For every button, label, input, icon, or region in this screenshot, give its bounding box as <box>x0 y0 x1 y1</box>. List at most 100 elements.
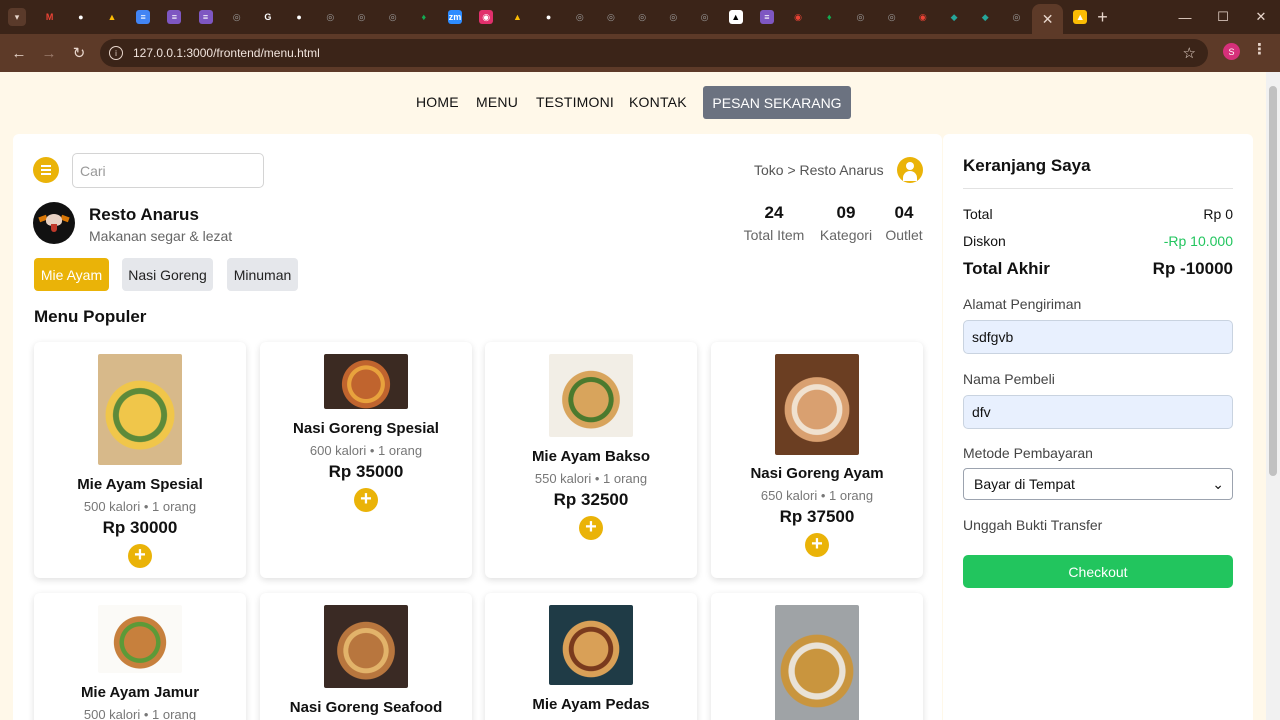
browser-tab[interactable]: M <box>34 3 65 31</box>
url-text[interactable]: 127.0.0.1:3000/frontend/menu.html <box>133 46 320 60</box>
menu-card[interactable]: Mie Ayam Pedas <box>485 593 697 720</box>
mongodb-icon: ♦ <box>421 12 427 22</box>
nav-testimoni[interactable]: TESTIMONI <box>536 94 614 110</box>
back-icon[interactable]: ← <box>4 38 34 68</box>
instagram-icon: ◉ <box>479 10 494 24</box>
web-icon: ◎ <box>638 11 647 22</box>
browser-tab[interactable]: ● <box>533 3 564 31</box>
drive-icon[interactable]: ▲ <box>1073 10 1088 24</box>
docs-icon: ≡ <box>136 10 151 24</box>
browser-tab[interactable]: ◎ <box>627 3 658 31</box>
reload-icon[interactable]: ↻ <box>64 38 94 68</box>
add-to-cart-icon[interactable]: + <box>128 544 152 568</box>
browser-tab[interactable]: ◎ <box>689 3 720 31</box>
nav-home[interactable]: HOME <box>416 94 459 110</box>
browser-tab[interactable]: ≡ <box>751 3 782 31</box>
tab-search-icon[interactable]: ▾ <box>8 8 26 26</box>
vercel-icon: ▲ <box>728 10 743 24</box>
menu-card[interactable]: Nasi Goreng Ayam 650 kalori • 1 orang Rp 3… <box>711 342 923 578</box>
forward-icon[interactable]: → <box>34 38 64 68</box>
browser-tab[interactable]: zm <box>439 3 470 31</box>
breadcrumb: Toko > Resto Anarus <box>754 162 884 178</box>
menu-card[interactable] <box>711 593 923 720</box>
browser-tab[interactable]: ● <box>65 3 96 31</box>
nav-kontak[interactable]: KONTAK <box>629 94 687 110</box>
checkout-button[interactable]: Checkout <box>963 555 1233 588</box>
menu-card[interactable]: Nasi Goreng Spesial 600 kalori • 1 orang R… <box>260 342 472 578</box>
page-scrollbar[interactable] <box>1266 72 1280 720</box>
menu-item-name: Mie Ayam Pedas <box>532 696 650 713</box>
menu-card[interactable]: Mie Ayam Jamur 500 kalori • 1 orang <box>34 593 246 720</box>
web-icon: ◎ <box>388 11 397 22</box>
menu-item-name: Mie Ayam Jamur <box>80 684 200 701</box>
browser-tab[interactable]: ◎ <box>564 3 595 31</box>
new-tab-button[interactable]: + <box>1097 7 1108 28</box>
top-navigation: HOME MENU TESTIMONI KONTAK PESAN SEKARAN… <box>0 72 1266 132</box>
browser-tab[interactable]: G <box>252 3 283 31</box>
profile-avatar[interactable]: S <box>1223 43 1240 60</box>
browser-tab[interactable]: ◎ <box>346 3 377 31</box>
cart-title: Keranjang Saya <box>963 156 1091 175</box>
browser-tab[interactable]: ◎ <box>1001 3 1032 31</box>
bookmark-star-icon[interactable]: ☆ <box>1183 44 1196 62</box>
window-controls: — ☐ ✕ <box>1166 0 1280 34</box>
google-icon: G <box>264 12 272 22</box>
browser-tab[interactable]: ◎ <box>876 3 907 31</box>
drive-icon: ▲ <box>512 12 522 22</box>
order-now-button[interactable]: PESAN SEKARANG <box>703 86 851 119</box>
browser-tab[interactable]: ≡ <box>128 3 159 31</box>
close-tab-icon[interactable]: ✕ <box>1042 11 1054 28</box>
active-tab[interactable]: ✕ <box>1032 4 1064 34</box>
food-image <box>775 354 859 455</box>
maximize-icon[interactable]: ☐ <box>1204 0 1242 34</box>
browser-tab[interactable]: ♦ <box>814 3 845 31</box>
minimize-icon[interactable]: — <box>1166 0 1204 34</box>
browser-tab[interactable]: ◎ <box>315 3 346 31</box>
stat-label: Outlet <box>885 227 923 243</box>
browser-tab[interactable]: ◎ <box>658 3 689 31</box>
address-input[interactable] <box>963 320 1233 354</box>
browser-tab[interactable]: ◉ <box>907 3 938 31</box>
browser-tab[interactable]: ● <box>284 3 315 31</box>
browser-tab[interactable]: ◎ <box>845 3 876 31</box>
user-icon[interactable] <box>897 157 923 183</box>
browser-toolbar: ← → ↻ i 127.0.0.1:3000/frontend/menu.htm… <box>0 34 1280 72</box>
category-chip-mie-ayam[interactable]: Mie Ayam <box>34 258 109 291</box>
category-chip-nasi-goreng[interactable]: Nasi Goreng <box>122 258 213 291</box>
store-tagline: Makanan segar & lezat <box>89 228 233 244</box>
cart-discount-row: Diskon -Rp 10.000 <box>963 233 1233 249</box>
nav-menu[interactable]: MENU <box>476 94 518 110</box>
payment-method-select[interactable]: Bayar di Tempat ⌄ <box>963 468 1233 500</box>
browser-tab[interactable]: ▲ <box>502 3 533 31</box>
web-icon: ◎ <box>700 11 709 22</box>
category-chip-minuman[interactable]: Minuman <box>227 258 298 291</box>
hamburger-menu-icon[interactable] <box>33 157 59 183</box>
browser-tab[interactable]: ◉ <box>783 3 814 31</box>
browser-tab[interactable]: ◆ <box>970 3 1001 31</box>
add-to-cart-icon[interactable]: + <box>354 488 378 512</box>
menu-card[interactable]: Mie Ayam Spesial 500 kalori • 1 orang Rp 3… <box>34 342 246 578</box>
browser-tab[interactable]: ≡ <box>159 3 190 31</box>
menu-card[interactable]: Nasi Goreng Seafood <box>260 593 472 720</box>
browser-tab[interactable]: ≡ <box>190 3 221 31</box>
browser-tab[interactable]: ◎ <box>377 3 408 31</box>
address-bar[interactable]: i 127.0.0.1:3000/frontend/menu.html ☆ <box>100 39 1208 67</box>
browser-tab[interactable]: ◎ <box>221 3 252 31</box>
menu-card[interactable]: Mie Ayam Bakso 550 kalori • 1 orang Rp 325… <box>485 342 697 578</box>
menu-item-meta: 650 kalori • 1 orang <box>760 488 874 503</box>
site-info-icon[interactable]: i <box>109 46 123 60</box>
forms-icon: ≡ <box>198 10 213 24</box>
browser-tab[interactable]: ▲ <box>720 3 751 31</box>
scrollbar-thumb[interactable] <box>1269 86 1277 476</box>
buyer-name-input[interactable] <box>963 395 1233 429</box>
search-input[interactable] <box>72 153 264 188</box>
add-to-cart-icon[interactable]: + <box>805 533 829 557</box>
close-window-icon[interactable]: ✕ <box>1242 0 1280 34</box>
browser-tab[interactable]: ◆ <box>938 3 969 31</box>
browser-tab[interactable]: ♦ <box>408 3 439 31</box>
browser-tab[interactable]: ◎ <box>595 3 626 31</box>
browser-tab[interactable]: ▲ <box>96 3 127 31</box>
browser-menu-icon[interactable]: ⋮ <box>1252 40 1267 58</box>
browser-tab[interactable]: ◉ <box>471 3 502 31</box>
add-to-cart-icon[interactable]: + <box>579 516 603 540</box>
